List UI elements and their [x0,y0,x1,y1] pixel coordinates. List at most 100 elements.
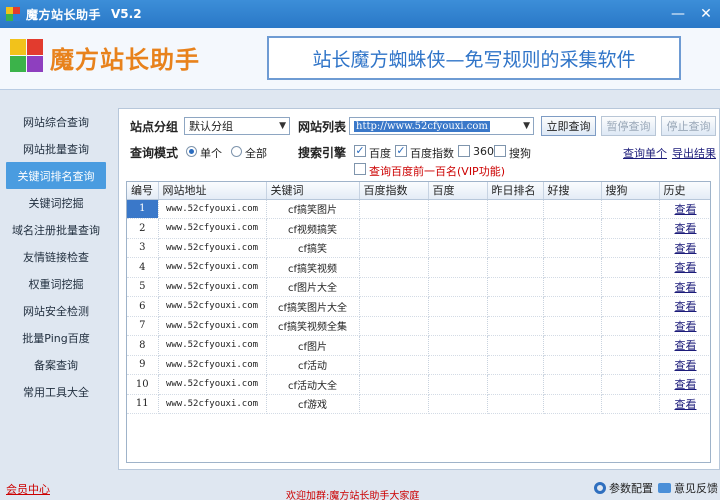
row-yesterday [487,277,544,297]
table-row[interactable]: 2 www.52cfyouxi.com cf视频搞笑 查看 [127,218,710,239]
ad-banner[interactable]: 站长魔方蜘蛛侠—免写规则的采集软件 [267,36,681,80]
row-history-link[interactable]: 查看 [659,316,710,336]
sidebar-item-label: 关键词挖掘 [28,196,84,210]
row-baidu [428,257,488,278]
table-row[interactable]: 6 www.52cfyouxi.com cf搞笑图片大全 查看 [127,296,710,317]
table-row[interactable]: 7 www.52cfyouxi.com cf搞笑视频全集 查看 [127,316,710,336]
column-header[interactable]: 好搜 [543,182,602,200]
sidebar-item-friend-links[interactable]: 友情链接检查 [0,243,112,270]
row-number: 7 [127,316,159,336]
row-sogou [601,218,660,239]
row-number: 6 [127,296,159,317]
column-header[interactable]: 百度 [428,182,488,200]
row-url: www.52cfyouxi.com [158,238,267,258]
group-select[interactable]: 默认分组 ▼ [184,117,290,135]
settings-button[interactable]: 参数配置 [594,480,653,496]
row-history-link[interactable]: 查看 [659,257,710,278]
row-yesterday [487,257,544,278]
row-yesterday [487,335,544,356]
row-baidu [428,218,488,239]
pause-query-button[interactable]: 暂停查询 [601,116,656,136]
table-row[interactable]: 5 www.52cfyouxi.com cf图片大全 查看 [127,277,710,297]
table-row[interactable]: 4 www.52cfyouxi.com cf搞笑视频 查看 [127,257,710,278]
close-button[interactable]: ✕ [692,0,720,28]
mode-single-label: 单个 [200,147,222,160]
row-keyword: cf搞笑 [266,238,360,258]
row-sogou [601,296,660,317]
engine-sogou-checkbox[interactable] [494,145,506,157]
sidebar-item-batch-query[interactable]: 网站批量查询 [0,135,112,162]
stop-query-button[interactable]: 停止查询 [661,116,716,136]
mode-single-radio[interactable] [186,146,197,157]
row-history-link[interactable]: 查看 [659,374,710,395]
sidebar-item-site-overview[interactable]: 网站综合查询 [0,108,112,135]
engine-360-checkbox[interactable] [458,145,470,157]
export-results-link[interactable]: 导出结果 [672,145,716,161]
row-history-link[interactable]: 查看 [659,277,710,297]
row-url: www.52cfyouxi.com [158,355,267,375]
sidebar-item-tools[interactable]: 常用工具大全 [0,378,112,405]
row-baidu-index [359,316,429,336]
row-number: 11 [127,394,159,414]
vip-top100-checkbox[interactable] [354,163,366,175]
table-row[interactable]: 11 www.52cfyouxi.com cf游戏 查看 [127,394,710,414]
row-sogou [601,199,660,219]
row-history-link[interactable]: 查看 [659,238,710,258]
column-header[interactable]: 关键词 [266,182,360,200]
column-header[interactable]: 昨日排名 [487,182,544,200]
row-history-link[interactable]: 查看 [659,218,710,239]
row-sogou [601,257,660,278]
row-keyword: cf搞笑图片大全 [266,296,360,317]
query-single-link[interactable]: 查询单个 [623,145,667,161]
sidebar-item-batch-ping[interactable]: 批量Ping百度 [0,324,112,351]
sidebar-item-keyword-mining[interactable]: 关键词挖掘 [0,189,112,216]
row-number: 8 [127,335,159,356]
column-header[interactable]: 搜狗 [601,182,660,200]
engine-baidu-index-checkbox[interactable]: ✓ [395,145,407,157]
site-list-select[interactable]: http://www.52cfyouxi.com ▼ [349,117,534,135]
row-number: 5 [127,277,159,297]
minimize-button[interactable]: — [664,0,692,28]
status-bar: 会员中心 欢迎加群:魔方站长助手大家庭 参数配置 意见反馈 [0,478,720,500]
row-baidu [428,316,488,336]
sidebar-item-keyword-rank[interactable]: 关键词排名查询 [6,162,106,189]
sidebar-item-label: 权重词挖掘 [28,277,84,291]
row-sogou [601,374,660,395]
sidebar-item-weight-words[interactable]: 权重词挖掘 [0,270,112,297]
row-baidu-index [359,394,429,414]
row-haosou [543,355,602,375]
sidebar-item-security-check[interactable]: 网站安全检测 [0,297,112,324]
row-history-link[interactable]: 查看 [659,355,710,375]
row-url: www.52cfyouxi.com [158,199,267,219]
mode-all-radio[interactable] [231,146,242,157]
column-header[interactable]: 编号 [127,182,159,200]
row-history-link[interactable]: 查看 [659,335,710,356]
row-baidu [428,355,488,375]
row-history-link[interactable]: 查看 [659,296,710,317]
feedback-button[interactable]: 意见反馈 [658,480,718,496]
column-header[interactable]: 百度指数 [359,182,429,200]
row-baidu-index [359,218,429,239]
column-header[interactable]: 网站地址 [158,182,267,200]
row-baidu-index [359,199,429,219]
column-header[interactable]: 历史 [659,182,710,200]
table-row[interactable]: 3 www.52cfyouxi.com cf搞笑 查看 [127,238,710,258]
engine-baidu-checkbox[interactable]: ✓ [354,145,366,157]
query-now-button[interactable]: 立即查询 [541,116,596,136]
table-row[interactable]: 10 www.52cfyouxi.com cf活动大全 查看 [127,374,710,395]
row-yesterday [487,316,544,336]
engine-360-label: 360 [473,145,494,158]
sidebar-item-icp-query[interactable]: 备案查询 [0,351,112,378]
row-history-link[interactable]: 查看 [659,394,710,414]
mode-label: 查询模式 [130,146,179,160]
sidebar-item-domain-register[interactable]: 域名注册批量查询 [0,216,112,243]
logo-icon [10,39,44,73]
table-row[interactable]: 1 www.52cfyouxi.com cf搞笑图片 查看 [127,199,710,219]
title-bar: 魔方站长助手 V5.2 — ✕ [0,0,720,28]
table-row[interactable]: 8 www.52cfyouxi.com cf图片 查看 [127,335,710,356]
engine-baidu-index-label: 百度指数 [410,147,454,160]
member-center-link[interactable]: 会员中心 [6,481,50,497]
table-row[interactable]: 9 www.52cfyouxi.com cf活动 查看 [127,355,710,375]
row-history-link[interactable]: 查看 [659,199,710,219]
engine-label: 搜索引擎 [298,146,347,160]
